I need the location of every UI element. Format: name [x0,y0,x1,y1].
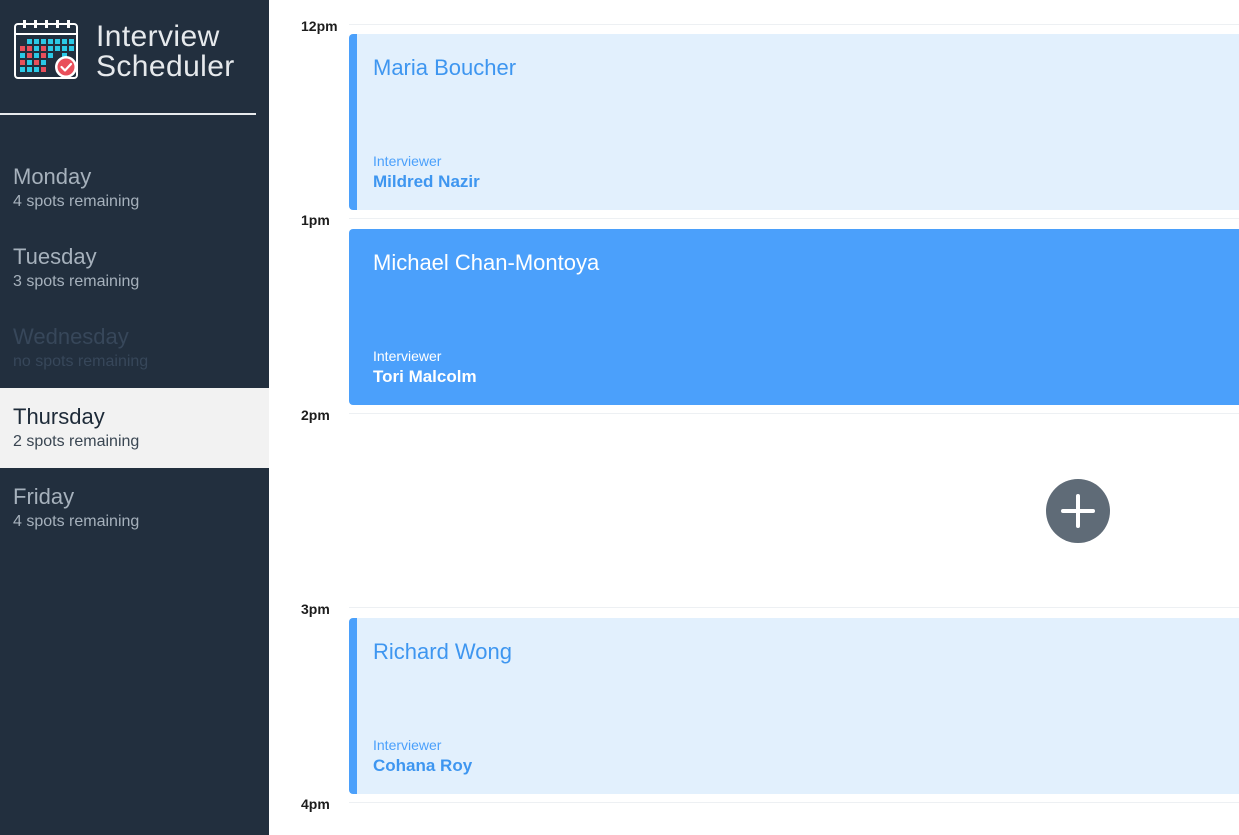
plus-icon [1061,494,1095,528]
day-spots: 4 spots remaining [13,513,140,530]
app: Interview Scheduler Monday 4 spots remai… [0,0,1239,835]
sidebar: Interview Scheduler Monday 4 spots remai… [0,0,269,835]
interviewer-label: Interviewer [373,348,442,364]
day-name: Monday [13,164,92,189]
calendar-check-icon [14,20,78,79]
student-name: Richard Wong [373,639,512,664]
student-name: Michael Chan-Montoya [373,250,600,275]
appointment-card[interactable]: Richard Wong Interviewer Cohana Roy [349,618,1239,794]
interviewer-label: Interviewer [373,737,442,753]
day-spots: 3 spots remaining [13,273,140,290]
time-divider [349,413,1239,414]
day-name: Thursday [13,404,105,429]
day-item-wednesday[interactable]: Wednesday no spots remaining [0,308,269,388]
time-label: 4pm [301,796,330,812]
interviewer-label: Interviewer [373,153,442,169]
appointment-card[interactable]: Maria Boucher Interviewer Mildred Nazir [349,34,1239,210]
sidebar-divider [0,113,256,115]
time-label: 3pm [301,601,330,617]
app-title: Interview Scheduler [96,22,235,82]
student-name: Maria Boucher [373,55,517,80]
day-item-tuesday[interactable]: Tuesday 3 spots remaining [0,228,269,308]
time-label: 2pm [301,407,330,423]
day-spots: 2 spots remaining [13,433,140,450]
app-title-line-2: Scheduler [96,50,235,83]
day-name: Wednesday [13,324,129,349]
time-divider [349,607,1239,608]
day-name: Friday [13,484,75,509]
interviewer-name: Mildred Nazir [373,172,480,191]
day-spots: 4 spots remaining [13,193,140,210]
day-name: Tuesday [13,244,97,269]
app-title-line-1: Interview [96,20,220,53]
add-appointment-button[interactable] [1046,479,1110,543]
day-spots: no spots remaining [13,353,149,370]
interviewer-name: Tori Malcolm [373,367,477,386]
time-label: 12pm [301,18,338,34]
time-divider [349,802,1239,803]
time-label: 1pm [301,212,330,228]
schedule: 12pm Maria Boucher Interviewer Mildred N… [269,0,1239,835]
day-item-thursday[interactable]: Thursday 2 spots remaining [0,388,269,468]
time-divider [349,218,1239,219]
day-item-friday[interactable]: Friday 4 spots remaining [0,468,269,548]
day-item-monday[interactable]: Monday 4 spots remaining [0,148,269,228]
appointment-card[interactable]: Michael Chan-Montoya Interviewer Tori Ma… [349,229,1239,405]
day-list: Monday 4 spots remaining Tuesday 3 spots… [0,148,269,548]
time-divider [349,24,1239,25]
interviewer-name: Cohana Roy [373,756,473,775]
